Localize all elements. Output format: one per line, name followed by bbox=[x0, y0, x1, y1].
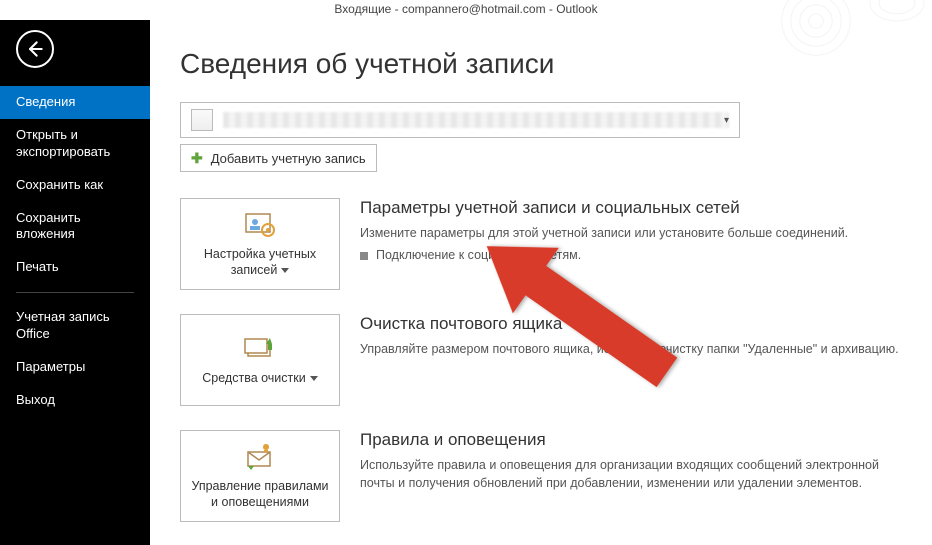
account-name-redacted bbox=[223, 112, 729, 128]
account-settings-button[interactable]: Настройка учетных записей bbox=[180, 198, 340, 290]
card-sublink[interactable]: Подключение к социальным сетям. bbox=[360, 248, 902, 262]
window-title: Входящие - compannero@hotmail.com - Outl… bbox=[0, 0, 932, 20]
cleanup-tools-icon bbox=[242, 334, 278, 364]
rules-alerts-icon bbox=[242, 442, 278, 472]
sidebar-item-label: Выход bbox=[16, 392, 55, 407]
account-selector[interactable]: ▾ bbox=[180, 102, 740, 138]
sidebar-item-save-attachments[interactable]: Сохранить вложения bbox=[0, 202, 150, 252]
account-icon bbox=[191, 109, 213, 131]
card-title: Параметры учетной записи и социальных се… bbox=[360, 198, 902, 218]
card-button-label: Управление правилами и оповещениями bbox=[189, 478, 331, 511]
sidebar-item-label: Учетная запись Office bbox=[16, 309, 110, 341]
rules-alerts-button[interactable]: Управление правилами и оповещениями bbox=[180, 430, 340, 522]
card-title: Правила и оповещения bbox=[360, 430, 902, 450]
sidebar-item-label: Открыть и экспортировать bbox=[16, 127, 110, 159]
backstage-sidebar: Сведения Открыть и экспортировать Сохран… bbox=[0, 20, 150, 545]
card-title: Очистка почтового ящика bbox=[360, 314, 902, 334]
sidebar-item-office-account[interactable]: Учетная запись Office bbox=[0, 301, 150, 351]
sidebar-item-label: Сведения bbox=[16, 94, 75, 109]
sidebar-item-label: Печать bbox=[16, 259, 59, 274]
sidebar-item-options[interactable]: Параметры bbox=[0, 351, 150, 384]
card-button-label: Настройка учетных записей bbox=[189, 246, 331, 279]
sidebar-item-exit[interactable]: Выход bbox=[0, 384, 150, 417]
arrow-left-icon bbox=[25, 39, 45, 59]
sidebar-item-open-export[interactable]: Открыть и экспортировать bbox=[0, 119, 150, 169]
sidebar-item-label: Сохранить вложения bbox=[16, 210, 81, 242]
cleanup-tools-button[interactable]: Средства очистки bbox=[180, 314, 340, 406]
page-title: Сведения об учетной записи bbox=[180, 48, 902, 80]
bullet-icon bbox=[360, 252, 368, 260]
card-description: Используйте правила и оповещения для орг… bbox=[360, 456, 902, 492]
sidebar-separator bbox=[16, 292, 134, 293]
add-account-label: Добавить учетную запись bbox=[211, 151, 366, 166]
chevron-down-icon: ▾ bbox=[724, 115, 729, 126]
sidebar-item-label: Параметры bbox=[16, 359, 85, 374]
sidebar-item-label: Сохранить как bbox=[16, 177, 103, 192]
sidebar-item-save-as[interactable]: Сохранить как bbox=[0, 169, 150, 202]
account-settings-icon bbox=[242, 210, 278, 240]
card-description: Управляйте размером почтового ящика, исп… bbox=[360, 340, 902, 358]
card-description: Измените параметры для этой учетной запи… bbox=[360, 224, 902, 242]
sidebar-item-print[interactable]: Печать bbox=[0, 251, 150, 284]
sidebar-item-info[interactable]: Сведения bbox=[0, 86, 150, 119]
back-button[interactable] bbox=[16, 30, 54, 68]
plus-icon: ✚ bbox=[191, 150, 203, 167]
main-content: Сведения об учетной записи ▾ ✚ Добавить … bbox=[150, 20, 932, 545]
card-button-label: Средства очистки bbox=[202, 370, 317, 386]
add-account-button[interactable]: ✚ Добавить учетную запись bbox=[180, 144, 377, 172]
